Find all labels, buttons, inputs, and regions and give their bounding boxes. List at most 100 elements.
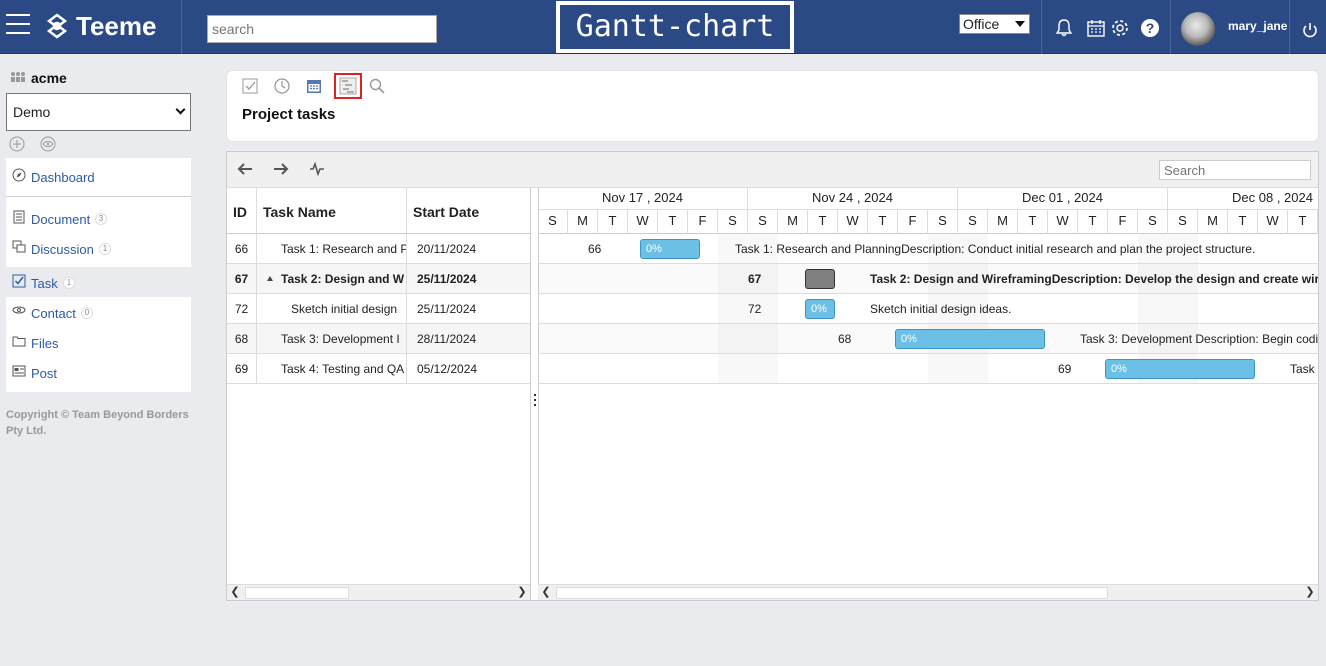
table-row[interactable]: 69 Task 4: Testing and QA 05/12/2024	[227, 354, 530, 384]
sidebar-item-post[interactable]: Post	[6, 357, 191, 387]
search-icon[interactable]	[368, 77, 386, 95]
summary-bar[interactable]	[805, 269, 835, 289]
app-title: Gantt-chart	[556, 1, 794, 53]
count-badge: 1	[63, 277, 75, 289]
table-row[interactable]: 66 Task 1: Research and P 20/11/2024	[227, 234, 530, 264]
global-search-input[interactable]	[207, 15, 437, 43]
gantt-toolbar	[227, 152, 1318, 188]
username[interactable]: mary_jane	[1228, 19, 1287, 33]
day-header: T	[1078, 210, 1108, 234]
avatar[interactable]	[1181, 12, 1215, 46]
task-bar[interactable]: 0%	[640, 239, 700, 259]
critical-path-icon[interactable]	[309, 161, 325, 177]
calendar-icon[interactable]	[305, 77, 323, 95]
collapse-toggle-icon[interactable]	[267, 276, 273, 281]
task-bar[interactable]: 0%	[1105, 359, 1255, 379]
discussion-icon	[12, 240, 26, 253]
day-header: T	[1228, 210, 1258, 234]
sidebar: acme Demo Dashboard Document 3 Discussio…	[0, 54, 200, 666]
checkbox-icon[interactable]	[241, 77, 259, 95]
scroll-left-icon[interactable]: ❮	[227, 585, 243, 601]
day-header: T	[868, 210, 898, 234]
brand-name[interactable]: Teeme	[76, 11, 156, 42]
task-name-text: Task 1: Research and P	[281, 242, 407, 256]
svg-text:?: ?	[1146, 20, 1155, 36]
task-bar[interactable]: 0%	[805, 299, 835, 319]
copyright: Copyright © Team Beyond Borders Pty Ltd.	[6, 409, 189, 437]
document-icon	[13, 210, 25, 224]
arrow-left-icon[interactable]	[237, 162, 253, 176]
add-icon[interactable]	[9, 136, 25, 152]
scrollbar-thumb[interactable]	[245, 587, 349, 599]
task-bar[interactable]: 0%	[895, 329, 1045, 349]
table-row[interactable]: 67 Task 2: Design and W 25/11/2024	[227, 264, 530, 294]
gear-icon[interactable]	[1110, 18, 1130, 38]
grid-scrollbar[interactable]: ❮ ❯	[227, 584, 530, 600]
sidebar-item-label: Post	[31, 366, 58, 381]
day-header: M	[778, 210, 808, 234]
scroll-left-icon[interactable]: ❮	[538, 585, 554, 600]
power-icon[interactable]	[1301, 21, 1319, 39]
bar-description-label: Task 3: Development Description: Begin c…	[1080, 332, 1318, 346]
clock-icon[interactable]	[273, 77, 291, 95]
task-name-text: Task 4: Testing and QA	[281, 362, 405, 376]
sidebar-item-files[interactable]: Files	[6, 327, 191, 357]
day-header: T	[808, 210, 838, 234]
gantt-search-input[interactable]	[1159, 160, 1311, 180]
column-header-id[interactable]: ID	[227, 188, 257, 234]
task-start-date: 25/11/2024	[417, 272, 477, 286]
divider	[1170, 0, 1171, 54]
eye-icon[interactable]	[40, 136, 56, 152]
chart-scrollbar[interactable]: ❮ ❯	[538, 584, 1318, 600]
day-header: S	[718, 210, 748, 234]
sidebar-item-document[interactable]: Document 3	[6, 203, 191, 233]
view-panel: Project tasks	[226, 70, 1319, 142]
bar-id-label: 66	[588, 242, 602, 256]
timeline-header: Nov 17 , 2024 Nov 24 , 2024 Dec 01 , 2024 D…	[538, 188, 1318, 234]
sidebar-item-label: Files	[31, 336, 59, 351]
day-header: S	[1138, 210, 1168, 234]
task-name: Task 2: Design and W	[257, 264, 407, 293]
project-value: Demo	[13, 104, 51, 120]
sidebar-item-task[interactable]: Task 1	[6, 267, 191, 297]
menu-icon[interactable]	[6, 14, 30, 36]
divider	[1289, 0, 1290, 54]
count-badge: 1	[99, 243, 111, 255]
arrow-right-icon[interactable]	[273, 162, 289, 176]
teeme-logo-icon	[46, 13, 68, 39]
bell-icon[interactable]	[1054, 18, 1074, 38]
task-id: 69	[227, 354, 257, 383]
day-header: M	[568, 210, 598, 234]
task-start-date: 25/11/2024	[417, 302, 477, 316]
table-row[interactable]: 68 Task 3: Development I 28/11/2024	[227, 324, 530, 354]
day-header: T	[658, 210, 688, 234]
day-header: S	[538, 210, 568, 234]
day-header: W	[1048, 210, 1078, 234]
app-title-text: Gantt-chart	[560, 5, 790, 49]
gantt-view-button[interactable]	[334, 73, 362, 99]
scroll-right-icon[interactable]: ❯	[514, 585, 530, 601]
scroll-right-icon[interactable]: ❯	[1302, 585, 1318, 600]
task-start-date: 05/12/2024	[417, 362, 478, 376]
sidebar-item-discussion[interactable]: Discussion 1	[6, 233, 191, 263]
chevron-down-icon	[1015, 21, 1025, 27]
week-header: Dec 01 , 2024	[958, 188, 1168, 210]
scrollbar-thumb[interactable]	[556, 587, 1108, 599]
task-id: 68	[227, 324, 257, 353]
help-icon[interactable]: ?	[1140, 18, 1160, 38]
gantt-icon	[339, 77, 357, 95]
workspace-select[interactable]: Office	[959, 14, 1030, 34]
column-header-task-name[interactable]: Task Name	[257, 188, 407, 234]
calendar-icon[interactable]	[1086, 18, 1106, 38]
sidebar-item-contact[interactable]: Contact 0	[6, 297, 191, 327]
project-select[interactable]: Demo	[6, 93, 191, 131]
divider	[1041, 0, 1042, 54]
splitter-handle-icon[interactable]	[534, 394, 536, 406]
day-header: T	[598, 210, 628, 234]
day-header: M	[1198, 210, 1228, 234]
column-header-start-date[interactable]: Start Date	[407, 188, 530, 234]
checkbox-icon	[12, 274, 26, 288]
table-row[interactable]: 72 Sketch initial design 25/11/2024	[227, 294, 530, 324]
sidebar-item-dashboard[interactable]: Dashboard	[6, 161, 191, 191]
chart-row: 66 0% Task 1: Research and PlanningDescrip…	[538, 234, 1318, 264]
